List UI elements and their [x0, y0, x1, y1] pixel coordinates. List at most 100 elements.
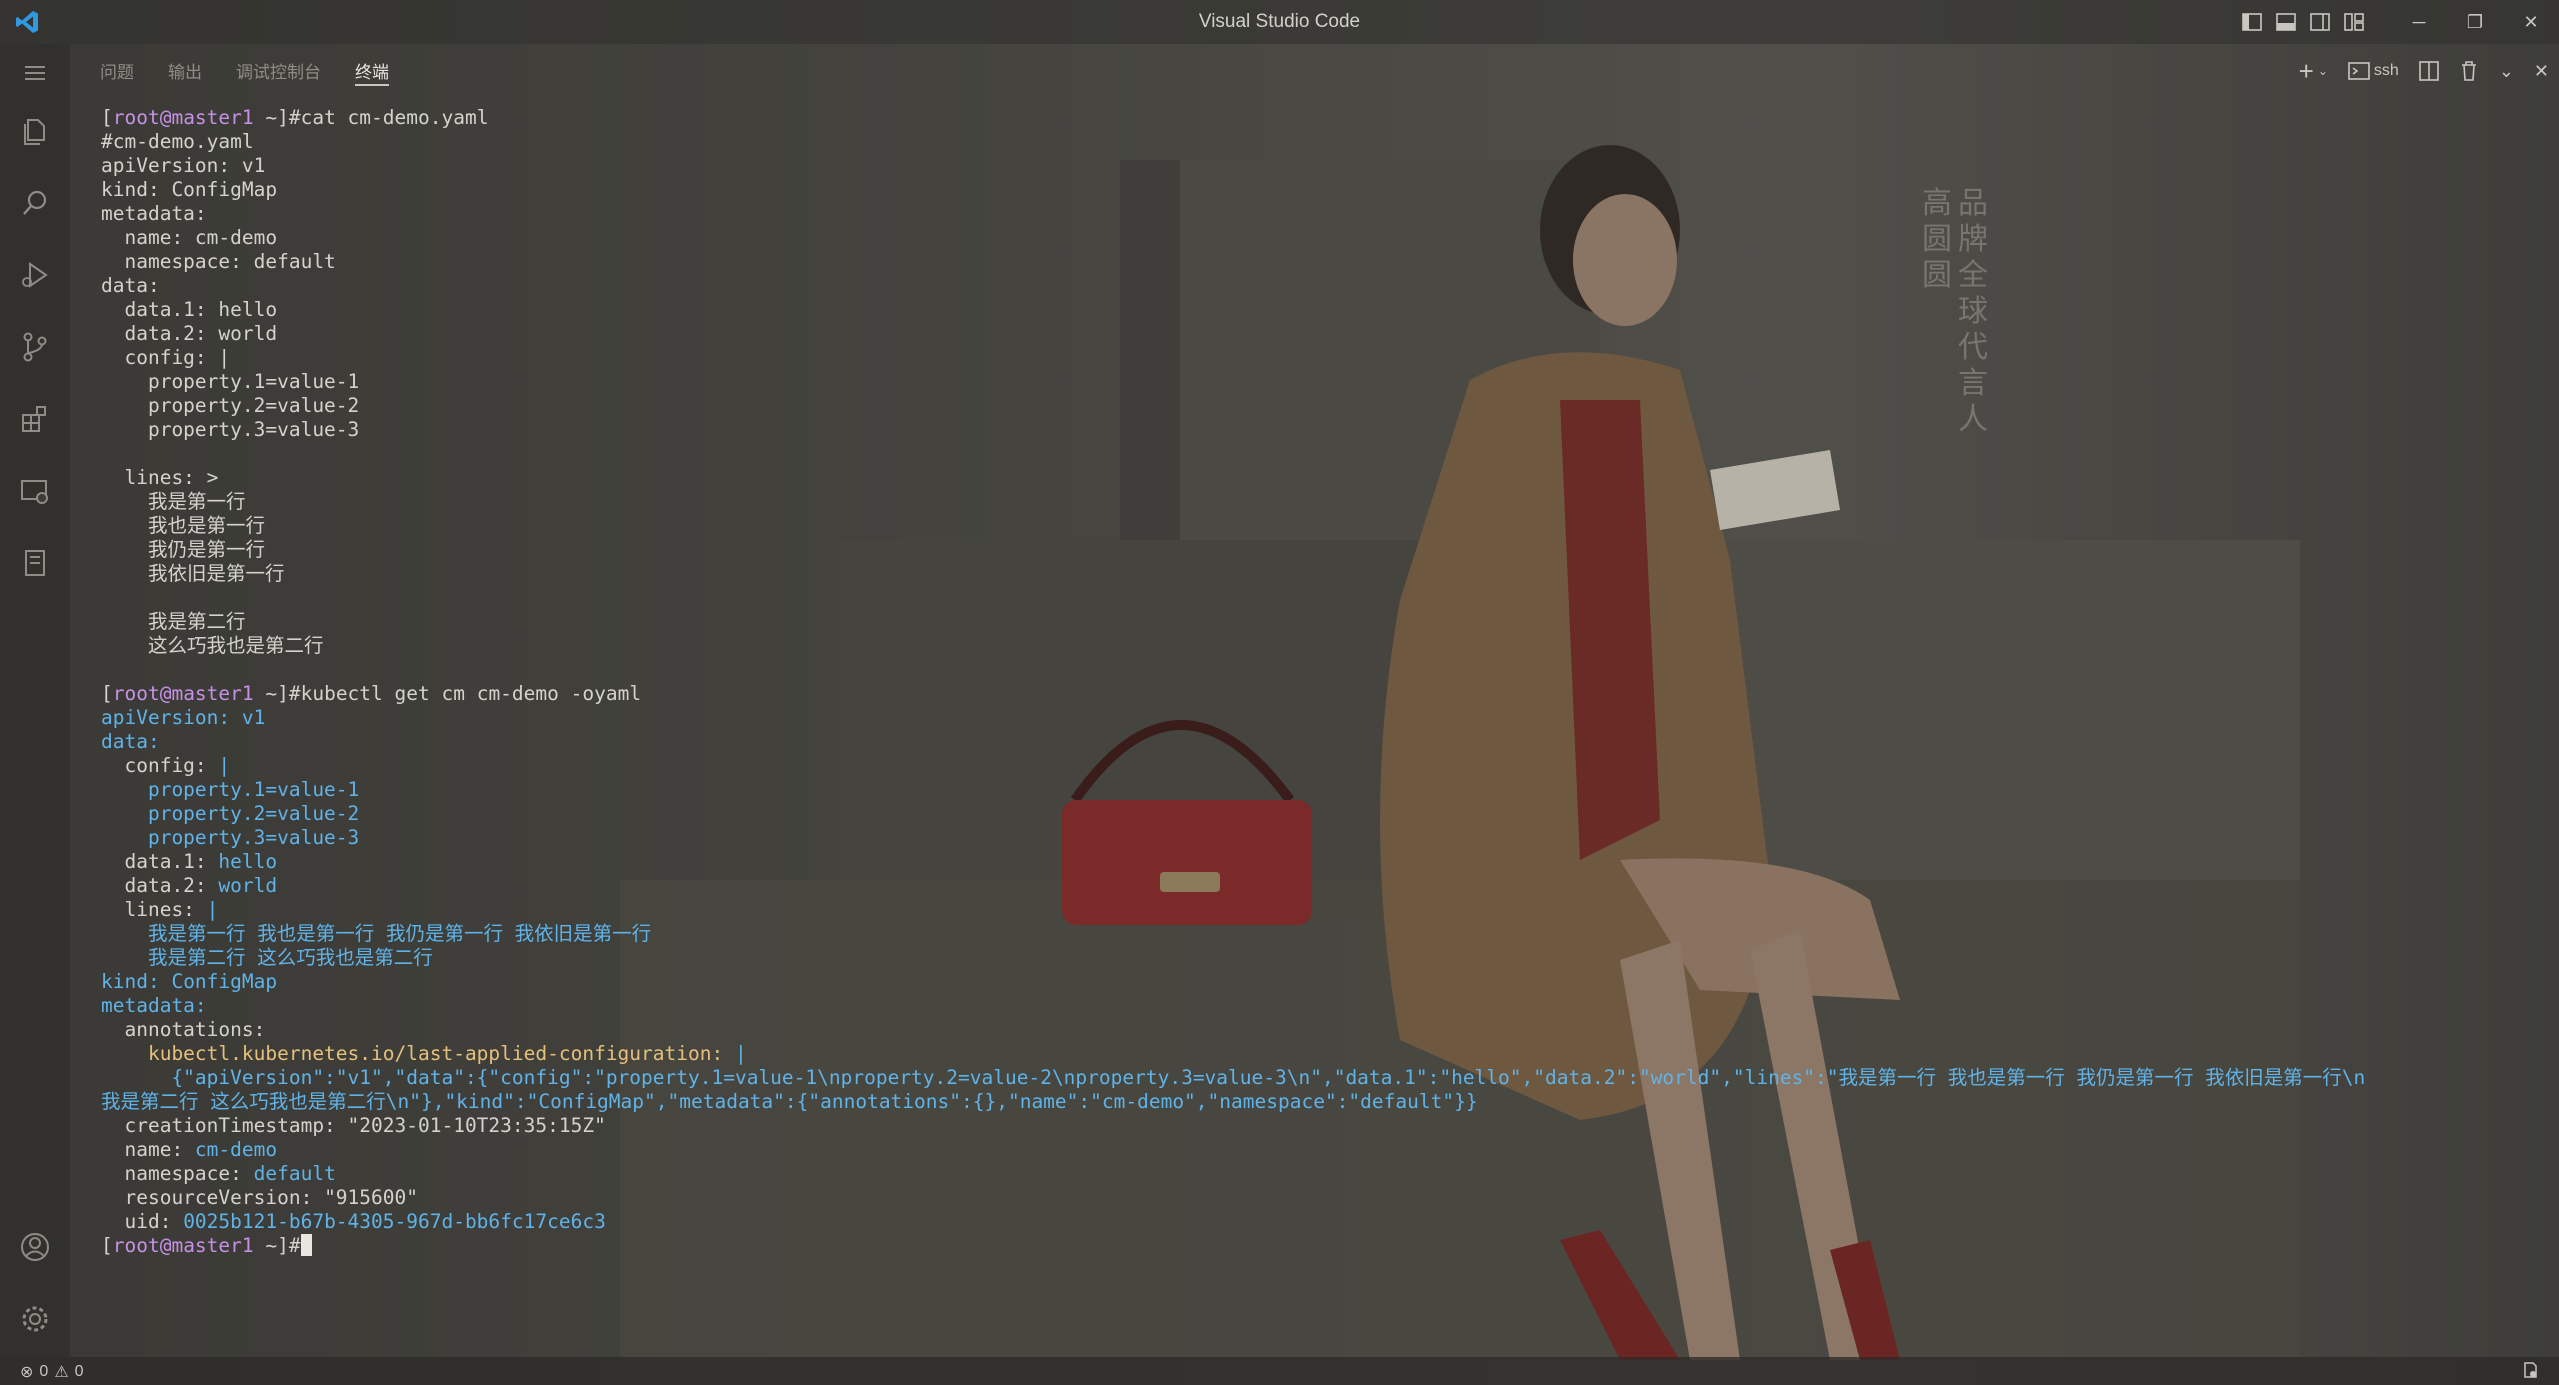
terminal-text: metadata:	[101, 202, 207, 225]
close-panel-button[interactable]: ✕	[2534, 61, 2549, 82]
restore-button[interactable]: ❐	[2447, 0, 2503, 44]
remote-explorer-icon[interactable]	[16, 472, 54, 510]
terminal-text: ~]#cat cm-demo.yaml	[253, 106, 489, 129]
settings-gear-icon[interactable]	[16, 1300, 54, 1338]
terminal-text: data:	[101, 274, 160, 297]
terminal-text: lines: >	[101, 466, 219, 489]
terminal-line: 这么巧我也是第二行	[101, 634, 2541, 658]
notifications-icon[interactable]	[2521, 1361, 2539, 1384]
plus-icon: +	[2298, 55, 2314, 86]
search-icon[interactable]	[16, 184, 54, 222]
terminal-text: name:	[101, 1138, 195, 1161]
split-terminal-button[interactable]	[2419, 61, 2439, 81]
terminal-text: lines:	[101, 898, 207, 921]
run-debug-icon[interactable]	[16, 256, 54, 294]
terminal-profile-button[interactable]: ssh	[2348, 61, 2399, 81]
terminal-text: 我依旧是第一行	[101, 562, 285, 585]
terminal-text: data.2:	[101, 874, 219, 897]
terminal-text: "915600"	[324, 1186, 418, 1209]
explorer-icon[interactable]	[16, 112, 54, 150]
terminal-text: kind:	[101, 970, 172, 993]
terminal-text: 我仍是第一行	[101, 538, 265, 561]
terminal-text: 0025b121-b67b-4305-967d-bb6fc17ce6c3	[183, 1210, 606, 1233]
panel-collapse-button[interactable]: ⌄	[2499, 61, 2514, 82]
tab-problems[interactable]: 问题	[100, 58, 134, 86]
terminal-line: 我也是第一行	[101, 514, 2541, 538]
minimize-button[interactable]: ─	[2391, 0, 2447, 44]
terminal-text: 我是第二行	[101, 610, 246, 633]
terminal-text: world	[218, 874, 278, 897]
terminal-text: [	[101, 682, 113, 705]
toggle-primary-sidebar-icon[interactable]	[2235, 0, 2269, 44]
terminal-line: lines: |	[101, 898, 2541, 922]
tab-terminal[interactable]: 终端	[355, 58, 389, 86]
terminal-text: 这么巧我也是第二行	[101, 634, 324, 657]
source-control-icon[interactable]	[16, 328, 54, 366]
prompt-user: root@master1	[112, 106, 254, 129]
terminal-line: metadata:	[101, 994, 2541, 1018]
kill-terminal-button[interactable]	[2459, 60, 2479, 82]
terminal-text: property.3=value-3	[101, 418, 360, 441]
terminal-line: kind: ConfigMap	[101, 970, 2541, 994]
error-count: 0	[39, 1363, 49, 1380]
terminal-text: 我是第一行	[101, 490, 246, 513]
terminal-text: config:	[101, 754, 219, 777]
close-button[interactable]: ✕	[2503, 0, 2559, 44]
vscode-window: 品牌全球代言人 高圆圆 Visual Studio Code ─ ❐ ✕ 问题 …	[0, 0, 2559, 1385]
terminal-line: data.1: hello	[101, 298, 2541, 322]
terminal-line: {"apiVersion":"v1","data":{"config":"pro…	[101, 1066, 2541, 1090]
terminal-line: apiVersion: v1	[101, 154, 2541, 178]
terminal-output[interactable]: [root@master1 ~]#cat cm-demo.yaml #cm-dem…	[101, 106, 2541, 1346]
terminal-text: {"apiVersion":"v1","data":{"config":"pro…	[101, 1066, 2366, 1089]
terminal-line: #cm-demo.yaml	[101, 130, 2541, 154]
account-icon[interactable]	[16, 1228, 54, 1266]
terminal-line: 我是第二行 这么巧我也是第二行	[101, 946, 2541, 970]
terminal-text: config: |	[101, 346, 231, 369]
tab-debug-console[interactable]: 调试控制台	[236, 58, 321, 86]
title-bar: Visual Studio Code ─ ❐ ✕	[0, 0, 2559, 44]
terminal-text: |	[734, 1042, 747, 1065]
terminal-text: property.2=value-2	[101, 394, 360, 417]
terminal-line: 我是第二行 这么巧我也是第二行\n"},"kind":"ConfigMap","…	[101, 1090, 2541, 1114]
toggle-panel-icon[interactable]	[2269, 0, 2303, 44]
terminal-text: property.1=value-1	[101, 370, 360, 393]
terminal-line: lines: >	[101, 466, 2541, 490]
toggle-secondary-sidebar-icon[interactable]	[2303, 0, 2337, 44]
terminal-text: ~]#kubectl get cm cm-demo -oyaml	[253, 682, 642, 705]
terminal-line: config: |	[101, 754, 2541, 778]
terminal-text: data.1: hello	[101, 298, 278, 321]
close-icon: ✕	[2533, 60, 2549, 81]
terminal-line: name: cm-demo	[101, 1138, 2541, 1162]
terminal-text: data.2: world	[101, 322, 278, 345]
tab-output[interactable]: 输出	[168, 58, 202, 86]
chevron-down-icon: ⌄	[2317, 64, 2328, 78]
terminal-cursor	[300, 1234, 312, 1256]
notebook-icon[interactable]	[16, 544, 54, 582]
terminal-text: namespace:	[101, 1162, 254, 1185]
terminal-line: kubectl.kubernetes.io/last-applied-confi…	[101, 1042, 2541, 1066]
terminal-text: 我是第二行 这么巧我也是第二行	[101, 946, 433, 969]
terminal-line: data:	[101, 730, 2541, 754]
terminal-line: 我是第一行 我也是第一行 我仍是第一行 我依旧是第一行	[101, 922, 2541, 946]
new-terminal-button[interactable]: + ⌄	[2299, 56, 2328, 87]
terminal-line: annotations:	[101, 1018, 2541, 1042]
customize-layout-icon[interactable]	[2337, 0, 2371, 44]
terminal-line: resourceVersion: "915600"	[101, 1186, 2541, 1210]
warning-icon: ⚠	[54, 1364, 69, 1381]
extensions-icon[interactable]	[16, 400, 54, 438]
terminal-line: property.2=value-2	[101, 394, 2541, 418]
terminal-text: annotations:	[101, 1018, 266, 1041]
chevron-down-icon: ⌄	[2498, 60, 2514, 81]
terminal-profile-label: ssh	[2373, 62, 2399, 79]
terminal-text: [	[101, 106, 113, 129]
problems-status[interactable]: ⊗ 0 ⚠ 0	[20, 1362, 84, 1382]
terminal-text: namespace: default	[101, 250, 336, 273]
terminal-text: 我也是第一行	[101, 514, 265, 537]
terminal-line: data.2: world	[101, 874, 2541, 898]
menu-icon[interactable]	[16, 54, 54, 92]
terminal-line: 我依旧是第一行	[101, 562, 2541, 586]
window-title: Visual Studio Code	[1198, 11, 1361, 32]
terminal-text: v1	[241, 706, 266, 729]
